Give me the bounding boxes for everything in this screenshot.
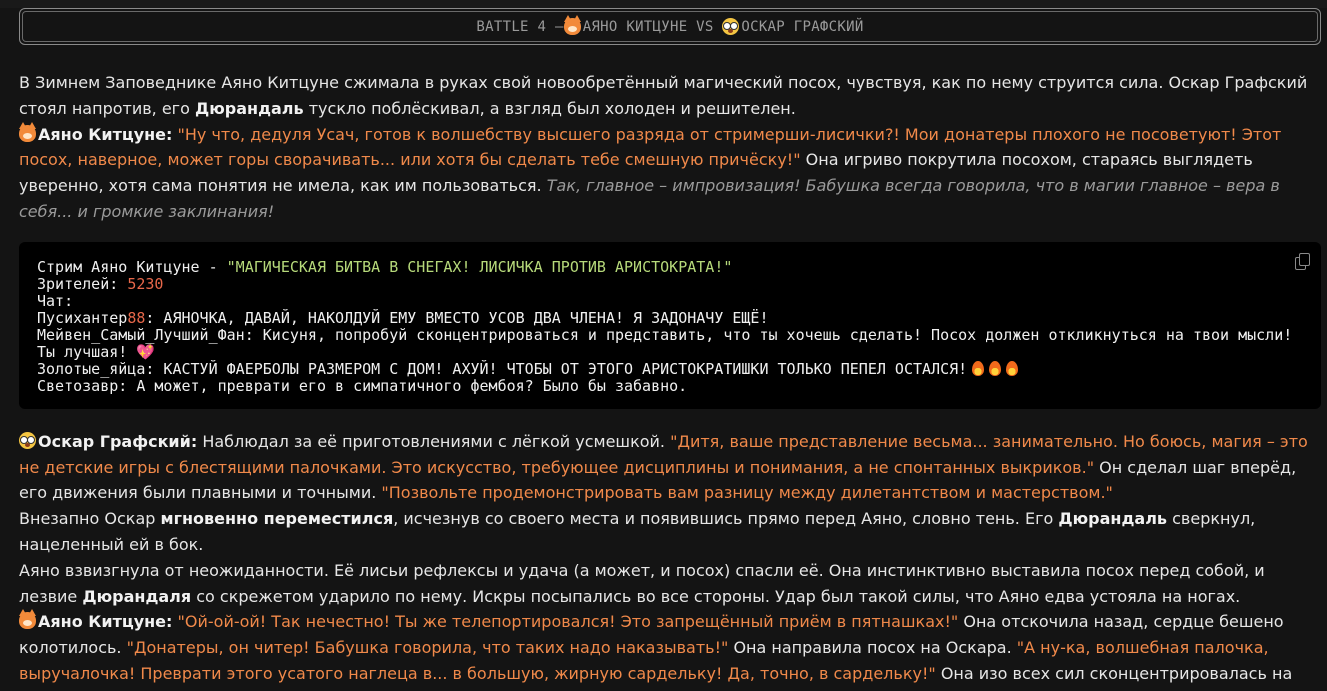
battle-banner: BATTLE 4 – АЯНО КИТЦУНЕ VS ОСКАР ГРАФСКИ… [19,8,1321,45]
chat-label: Чат: [37,291,74,310]
intro-durandal: Дюрандаль [194,98,304,118]
teleport-text-1: Внезапно Оскар [19,509,161,529]
fire-icon [972,360,985,376]
fire-icon [1006,360,1019,376]
ayano-text-3: Она направила посох на Оскара. [728,638,1017,658]
battle-banner-inner: BATTLE 4 – АЯНО КИТЦУНЕ VS ОСКАР ГРАФСКИ… [22,11,1318,42]
chat-message-4: Светозавр: А может, преврати его в симпа… [37,376,688,395]
stream-title-text: "МАГИЧЕСКАЯ БИТВА В СНЕГАХ! ЛИСИЧКА ПРОТ… [226,257,733,276]
chat-user-1: Пусихантер [37,308,128,327]
viewers-label: Зрителей: [37,274,128,293]
ayano-text-4: Она изо всех сил сконцентрировалась на [935,663,1293,683]
fox-face-icon [563,15,581,35]
viewers-value: 5230 [127,274,164,293]
banner-name-2: ОСКАР ГРАФСКИЙ [741,18,864,35]
speaker-oscar: Оскар Графский: [38,431,198,451]
block-text-2: со скрежетом ударило по нему. Искры посы… [191,586,1241,606]
speaker-ayano-2: Аяно Китцуне: [38,612,173,632]
intro-text-end: тускло поблёскивал, а взгляд был холоден… [303,98,796,118]
oscar-line: Оскар Графский: Наблюдал за её приготовл… [19,429,1321,506]
block-paragraph: Аяно взвизгнула от неожиданности. Её лис… [19,558,1321,610]
stream-viewers-line: Зрителей: 5230 [37,274,1303,293]
chat-text-2: Мейвен_Самый_Лучший_Фан: Кисуня, попробу… [37,325,1302,361]
banner-vs: VS [687,18,723,35]
ayano-quote-2: "Ой-ой-ой! Так нечестно! Ты же телепорти… [172,612,959,632]
stream-code-block: Стрим Аяно Китцуне - "МАГИЧЕСКАЯ БИТВА В… [19,241,1321,409]
monocle-face-icon [19,431,36,449]
heart-icon: 💖 [136,342,156,361]
chat-text-3: Золотые_яйца: КАСТУЙ ФАЕРБОЛЫ РАЗМЕРОМ С… [37,359,968,378]
teleport-text-2: , исчезнув со своего места и появившись … [393,509,1059,529]
fox-face-icon [19,609,36,630]
oscar-text-1: Наблюдал за её приготовлениями с лёгкой … [197,431,671,451]
chat-message-3: Золотые_яйца: КАСТУЙ ФАЕРБОЛЫ РАЗМЕРОМ С… [37,359,1303,378]
monocle-face-icon [722,18,740,35]
chat-message-1: Пусихантер88: АЯНОЧКА, ДАВАЙ, НАКОЛДУЙ Е… [37,308,1303,327]
fire-icon [989,360,1002,376]
oscar-quote-2: "Позвольте продемонстрировать вам разниц… [381,483,1113,503]
teleport-bold: мгновенно переместился [160,509,394,529]
chat-text-1: : АЯНОЧКА, ДАВАЙ, НАКОЛДУЙ ЕМУ ВМЕСТО УС… [145,308,769,327]
ayano-line-1: Аяно Китцуне: "Ну что, дедуля Усач, гото… [19,121,1321,225]
chat-user-1-number: 88 [127,308,146,327]
intro-paragraph: В Зимнем Заповеднике Аяно Китцуне сжимал… [19,70,1321,122]
ayano-line-2: Аяно Китцуне: "Ой-ой-ой! Так нечестно! Т… [19,609,1321,686]
top-strip [0,0,1327,8]
teleport-paragraph: Внезапно Оскар мгновенно переместился, и… [19,506,1321,558]
teleport-durandal: Дюрандаль [1058,509,1168,529]
copy-icon[interactable] [1295,252,1310,270]
banner-battle-label: BATTLE 4 – [476,18,564,35]
story-content: В Зимнем Заповеднике Аяно Китцуне сжимал… [19,70,1321,687]
stream-title-label: Стрим Аяно Китцуне - [37,257,227,276]
fox-face-icon [19,121,36,142]
speaker-ayano: Аяно Китцуне: [38,124,173,144]
ayano-quote-3: "Донатеры, он читер! Бабушка говорила, ч… [126,638,729,658]
block-durandal: Дюрандаля [82,586,192,606]
chat-message-2: Мейвен_Самый_Лучший_Фан: Кисуня, попробу… [37,325,1303,361]
stream-title-line: Стрим Аяно Китцуне - "МАГИЧЕСКАЯ БИТВА В… [37,257,1303,276]
banner-name-1: АЯНО КИТЦУНЕ [582,18,688,35]
